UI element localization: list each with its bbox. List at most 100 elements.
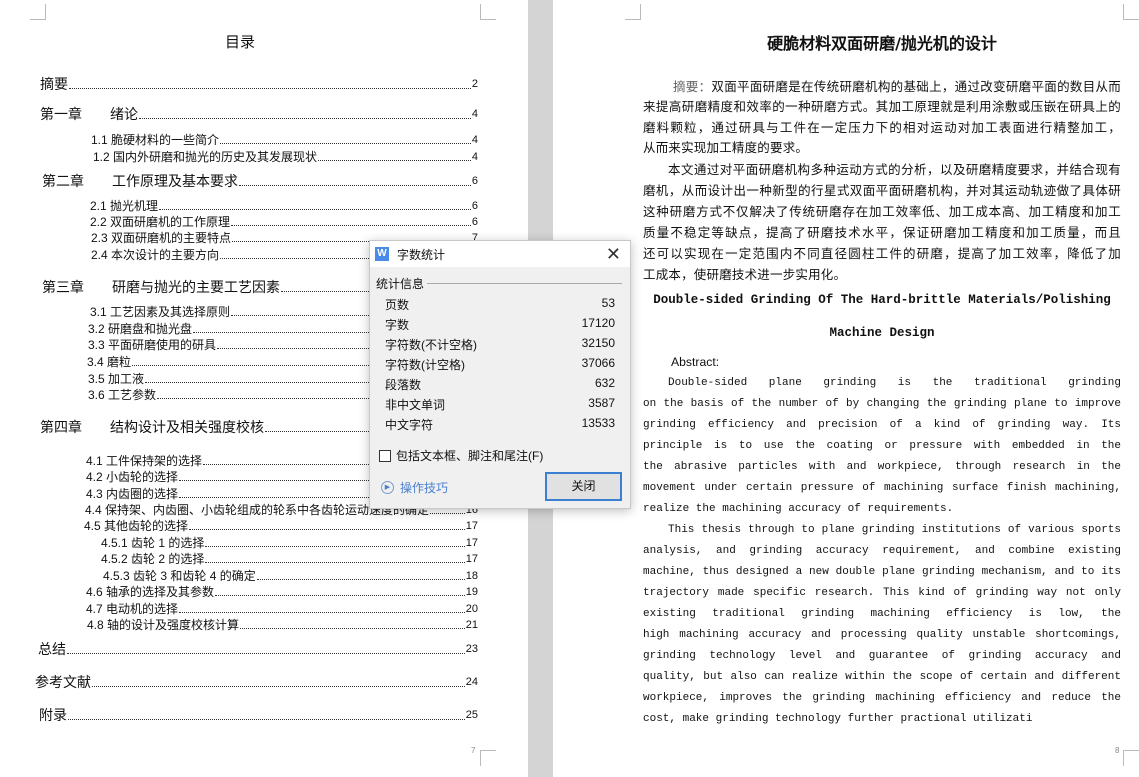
- text-line: 本文通过对平面研磨机构多种运动方式的分析，以及研磨精度要求，并结合现有研: [668, 160, 1121, 180]
- close-icon[interactable]: ✕: [606, 244, 621, 265]
- divider: [427, 283, 622, 284]
- english-title-line: Machine Design: [829, 326, 935, 340]
- text-line: grinding technology level and guarantee …: [643, 646, 1121, 666]
- toc-entry-page: 6: [471, 175, 478, 187]
- stat-label: 非中文单词: [385, 398, 446, 412]
- toc-entry[interactable]: 附录 25: [39, 706, 478, 724]
- toc-leader-dots: [159, 209, 471, 210]
- toc-entry[interactable]: 4.5.1 齿轮 1 的选择 17: [101, 535, 478, 551]
- toc-entry[interactable]: 4.8 轴的设计及强度校核计算 21: [87, 617, 478, 633]
- text-line: Machine Design: [643, 323, 1121, 343]
- abstract-zh-line: 磨料颗粒，通过研具与工件在一定压力下的相对运动对加工表面进行精整加工，: [643, 120, 1121, 135]
- abstract-label: 摘要：: [673, 79, 712, 94]
- toc-leader-dots: [68, 719, 465, 720]
- stat-value: 32150: [581, 336, 615, 350]
- checkbox[interactable]: [379, 449, 391, 462]
- stat-value: 13533: [581, 416, 615, 430]
- toc-leader-dots: [231, 225, 471, 226]
- toc-entry-page: 20: [465, 603, 478, 615]
- toc-entry-page: 24: [465, 676, 478, 688]
- toc-entry[interactable]: 4.5 其他齿轮的选择 17: [84, 518, 478, 534]
- toc-entry[interactable]: 参考文献 24: [35, 673, 478, 691]
- toc-entry-label: 4.1 工件保持架的选择: [86, 454, 203, 468]
- dialog-titlebar[interactable]: W 字数统计 ✕: [370, 241, 630, 267]
- stat-row: 段落数 632: [385, 376, 615, 393]
- abstract-en-line: high machining accuracy and processing q…: [643, 629, 1121, 641]
- text-line: 磨机，从而设计出一种新型的行星式双面平面研磨机构，并对其运动轨迹做了具体研究。: [643, 181, 1121, 201]
- dialog-title: 字数统计: [397, 247, 446, 262]
- toc-entry-label: 3.2 研磨盘和抛光盘: [88, 322, 193, 336]
- toc-leader-dots: [205, 546, 465, 547]
- toc-leader-dots: [256, 579, 465, 580]
- abstract-en-line: the abrasive particles with and workpiec…: [643, 461, 1121, 473]
- stat-row: 字数 17120: [385, 316, 615, 333]
- toc-entry-label: 摘要: [40, 76, 68, 92]
- stat-label: 字符数(计空格): [385, 358, 465, 372]
- text-line: quality, but also can realize within the…: [643, 667, 1121, 687]
- toc-entry-page: 17: [465, 520, 478, 532]
- text-line: 从而来实现加工精度的要求。: [643, 138, 1121, 158]
- play-icon: ▶: [381, 481, 394, 494]
- toc-entry[interactable]: 4.5.3 齿轮 3 和齿轮 4 的确定 18: [103, 568, 478, 584]
- toc-entry[interactable]: 2.1 抛光机理 6: [90, 198, 478, 214]
- toc-entry[interactable]: 2.2 双面研磨机的工作原理 6: [90, 214, 478, 230]
- toc-leader-dots: [220, 143, 471, 144]
- toc-entry-label: 第四章 结构设计及相关强度校核: [40, 419, 264, 435]
- toc-entry[interactable]: 总结 23: [38, 640, 478, 658]
- text-line: machine, thus designed a new double plan…: [643, 562, 1121, 582]
- toc-entry-page: 21: [465, 619, 478, 631]
- stat-label: 页数: [385, 298, 410, 312]
- include-textbox-footnote-checkbox[interactable]: 包括文本框、脚注和尾注(F): [379, 447, 543, 464]
- toc-entry-label: 4.5.3 齿轮 3 和齿轮 4 的确定: [103, 569, 256, 583]
- abstract-en-line: workpiece, improves the grinding machini…: [643, 692, 1121, 704]
- toc-leader-dots: [69, 88, 471, 89]
- toc-entry[interactable]: 第一章 绪论 4: [40, 105, 478, 123]
- toc-entry-page: 4: [471, 108, 478, 120]
- abstract-zh-line: 来提高研磨精度和效率的一种研磨方式。其加工原理就是利用涂敷或压嵌在研具上的: [643, 99, 1121, 114]
- stat-value: 17120: [581, 316, 615, 330]
- toc-entry[interactable]: 第二章 工作原理及基本要求 6: [42, 172, 478, 190]
- stat-value: 53: [601, 296, 615, 310]
- toc-entry[interactable]: 4.7 电动机的选择 20: [86, 601, 478, 617]
- toc-entry-label: 2.2 双面研磨机的工作原理: [90, 215, 231, 229]
- page-number: 8: [1115, 746, 1120, 755]
- page-number: 7: [471, 746, 476, 755]
- page-corner-mark: [1123, 4, 1139, 20]
- toc-entry-label: 3.5 加工液: [88, 372, 145, 386]
- stat-row: 字符数(不计空格) 32150: [385, 336, 615, 353]
- toc-entry[interactable]: 4.6 轴承的选择及其参数 19: [86, 584, 478, 600]
- toc-entry[interactable]: 1.2 国内外研磨和抛光的历史及其发展现状 4: [93, 149, 478, 165]
- abstract-en-line: realize the machining accuracy of requir…: [643, 503, 954, 515]
- text-line: existing traditional grinding machining …: [643, 604, 1121, 624]
- text-line: principle is to use the coating or press…: [643, 436, 1121, 456]
- toc-entry-label: 第一章 绪论: [40, 106, 138, 122]
- toc-entry-label: 4.5.1 齿轮 1 的选择: [101, 536, 205, 550]
- tips-link[interactable]: ▶ 操作技巧: [381, 479, 448, 496]
- stat-label: 中文字符: [385, 418, 434, 432]
- text-line: realize the machining accuracy of requir…: [643, 499, 1121, 519]
- abstract-en-line: quality, but also can realize within the…: [643, 671, 1121, 683]
- text-line: 还可以实现在一定范围内不同直径圆柱工件的研磨，提高了加工效率，降低了加: [643, 244, 1121, 264]
- toc-leader-dots: [67, 653, 465, 654]
- toc-entry-page: 19: [465, 586, 478, 598]
- english-title-line: Double-sided Grinding Of The Hard-brittl…: [653, 293, 1111, 307]
- text-line: high machining accuracy and processing q…: [643, 625, 1121, 645]
- toc-leader-dots: [240, 628, 465, 629]
- toc-leader-dots: [179, 612, 465, 613]
- toc-entry[interactable]: 4.5.2 齿轮 2 的选择 17: [101, 551, 478, 567]
- toc-entry-label: 1.1 脆硬材料的一些简介: [91, 133, 220, 147]
- text-line: grinding efficiency and precision of a k…: [643, 415, 1121, 435]
- text-line: the abrasive particles with and workpiec…: [643, 457, 1121, 477]
- toc-entry[interactable]: 1.1 脆硬材料的一些简介 4: [91, 132, 478, 148]
- toc-entry-label: 1.2 国内外研磨和抛光的历史及其发展现状: [93, 150, 318, 164]
- toc-entry[interactable]: 摘要 2: [40, 75, 478, 93]
- abstract-en-line: principle is to use the coating or press…: [643, 440, 1121, 452]
- text-line: workpiece, improves the grinding machini…: [643, 688, 1121, 708]
- word-count-dialog: W 字数统计 ✕ 统计信息 页数 53 字数 17120 字符数(不计空格) 32150 字…: [369, 240, 631, 509]
- abstract-en-line: cost, make grinding technology further p…: [643, 713, 1033, 725]
- abstract-en-line: grinding technology level and guarantee …: [643, 650, 1121, 662]
- toc-entry-page: 2: [471, 78, 478, 90]
- close-button[interactable]: 关闭: [545, 472, 622, 501]
- wps-writer-icon: W: [375, 247, 389, 261]
- toc-leader-dots: [318, 160, 471, 161]
